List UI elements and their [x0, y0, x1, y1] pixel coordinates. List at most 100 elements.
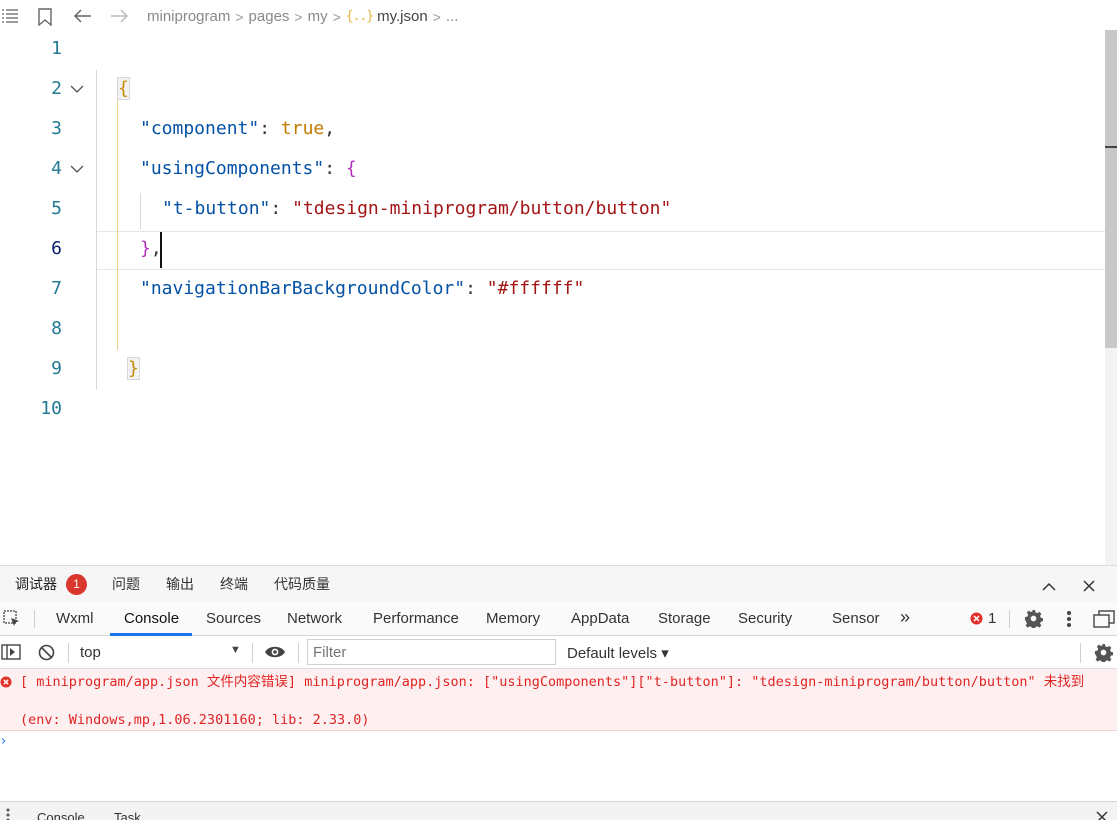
console-toolbar: top ▼ Default levels ▾ [0, 636, 1117, 669]
drawer-tab-task[interactable]: Task [114, 810, 141, 820]
json-key: "navigationBarBackgroundColor" [140, 278, 466, 299]
tab-appdata[interactable]: AppData [571, 610, 629, 627]
tab-wxml[interactable]: Wxml [56, 610, 94, 627]
error-env-text: (env: Windows,mp,1.06.2301160; lib: 2.33… [20, 712, 370, 728]
line-number: 2 [51, 78, 62, 99]
json-brace: } [140, 238, 151, 259]
tab-storage[interactable]: Storage [658, 610, 711, 627]
back-arrow-icon[interactable] [74, 9, 92, 23]
json-string: "tdesign-miniprogram/button/button" [292, 198, 672, 219]
tab-network[interactable]: Network [287, 610, 342, 627]
breadcrumb-item[interactable]: miniprogram [147, 8, 230, 25]
toolbar-divider [34, 610, 35, 628]
forward-arrow-icon[interactable] [110, 9, 128, 23]
console-filter-input[interactable] [307, 639, 556, 665]
tab-console[interactable]: Console [124, 610, 179, 627]
clear-console-icon[interactable] [38, 644, 55, 665]
toolbar-divider [252, 643, 253, 663]
json-colon: : [259, 118, 281, 139]
code-line: 1 [0, 30, 1105, 70]
editor-scrollbar-thumb[interactable] [1105, 30, 1117, 348]
console-error-message[interactable]: [ miniprogram/app.json 文件内容错误] miniprogr… [0, 669, 1117, 731]
chevron-right-icon: > [235, 8, 244, 25]
log-levels-dropdown[interactable]: Default levels ▾ [567, 644, 669, 662]
error-icon[interactable] [970, 612, 983, 629]
eye-icon[interactable] [264, 645, 286, 663]
more-tabs-button[interactable]: » [900, 607, 910, 628]
json-comma: , [324, 118, 336, 139]
line-number: 5 [51, 198, 62, 219]
bottom-panel: 调试器 1 问题 输出 终端 代码质量 Wxml Console Sources… [0, 565, 1117, 820]
tab-code-quality[interactable]: 代码质量 [274, 574, 330, 594]
chevron-up-icon[interactable] [1042, 578, 1056, 596]
breadcrumb: miniprogram > pages > my > {..} my.json … [147, 8, 458, 25]
error-icon [0, 676, 12, 688]
json-brace: } [127, 357, 140, 380]
list-icon[interactable] [2, 9, 18, 23]
error-count[interactable]: 1 [988, 610, 996, 627]
console-settings-gear-icon[interactable] [1094, 643, 1114, 666]
line-number: 9 [51, 358, 62, 379]
tab-terminal[interactable]: 终端 [220, 574, 248, 594]
drawer-tab-console[interactable]: Console [37, 810, 85, 820]
json-colon: : [270, 198, 293, 219]
chevron-right-icon: > [294, 8, 303, 25]
text-caret [160, 232, 162, 268]
kebab-menu-icon[interactable] [1066, 610, 1072, 632]
tab-performance[interactable]: Performance [373, 610, 459, 627]
code-line: 9 } [0, 350, 1105, 390]
devtools-tabs: Wxml Console Sources Network Performance… [0, 602, 1117, 636]
editor-breadcrumb-bar: miniprogram > pages > my > {..} my.json … [0, 0, 1117, 34]
line-number: 3 [51, 118, 62, 139]
tab-sensor[interactable]: Sensor [832, 610, 880, 627]
json-key: "usingComponents" [140, 158, 325, 179]
breadcrumb-item[interactable]: my [308, 8, 328, 25]
breadcrumb-more[interactable]: ... [446, 8, 459, 25]
tab-debugger[interactable]: 调试器 [15, 574, 57, 594]
prompt-chevron-icon[interactable]: › [1, 734, 6, 749]
json-colon: : [324, 158, 346, 179]
sidebar-toggle-icon[interactable] [1, 644, 21, 664]
json-key: "component" [140, 118, 260, 139]
context-selector[interactable]: top [80, 644, 101, 661]
code-line: 8 [0, 310, 1105, 350]
toolbar-divider [298, 643, 299, 663]
json-file-icon: {..} [345, 9, 374, 24]
toolbar-divider [68, 643, 69, 663]
drawer-close-icon[interactable] [1096, 811, 1108, 820]
json-boolean: true [280, 118, 325, 139]
code-editor[interactable]: 1 2 { 3 "component": true, 4 "usingCompo… [0, 30, 1117, 565]
code-line: 6 }, [0, 230, 1105, 270]
tab-security[interactable]: Security [738, 610, 792, 627]
breadcrumb-item[interactable]: pages [249, 8, 290, 25]
json-brace: { [345, 158, 357, 179]
close-icon[interactable] [1083, 579, 1095, 597]
drawer-menu-icon[interactable] [6, 808, 10, 820]
chevron-right-icon: > [332, 8, 341, 25]
tab-problems[interactable]: 问题 [112, 574, 140, 594]
code-line: 10 [0, 390, 1105, 430]
inspect-icon[interactable] [3, 610, 21, 632]
bookmark-icon[interactable] [38, 8, 52, 26]
line-number: 8 [51, 318, 62, 339]
console-drawer: Console Task [0, 801, 1117, 820]
tab-memory[interactable]: Memory [486, 610, 540, 627]
caret-down-icon[interactable]: ▼ [230, 644, 241, 656]
gear-icon[interactable] [1024, 609, 1044, 632]
chevron-right-icon: > [432, 8, 441, 25]
code-line: 3 "component": true, [0, 110, 1105, 150]
breadcrumb-file[interactable]: my.json [377, 8, 428, 25]
dock-icon[interactable] [1093, 610, 1115, 632]
fold-chevron-icon[interactable] [70, 78, 86, 94]
line-number: 1 [51, 38, 62, 59]
panel-tabs: 调试器 1 问题 输出 终端 代码质量 [0, 566, 1117, 602]
fold-chevron-icon[interactable] [70, 158, 86, 174]
json-colon: : [465, 278, 487, 299]
json-string: "#ffffff" [486, 278, 585, 299]
code-line: 2 { [0, 70, 1105, 110]
tab-output[interactable]: 输出 [166, 574, 194, 594]
line-number: 6 [51, 238, 62, 259]
tab-sources[interactable]: Sources [206, 610, 261, 627]
line-number: 7 [51, 278, 62, 299]
code-line: 5 "t-button": "tdesign-miniprogram/butto… [0, 190, 1105, 230]
